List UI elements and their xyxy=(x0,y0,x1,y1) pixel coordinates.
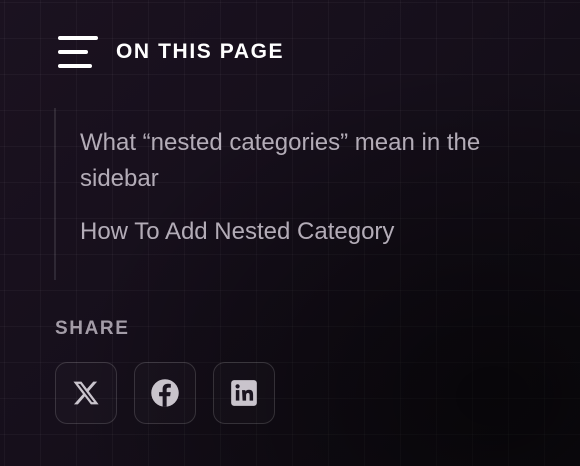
menu-icon[interactable] xyxy=(58,36,98,68)
share-x-button[interactable] xyxy=(55,362,117,424)
share-buttons xyxy=(55,362,275,424)
share-facebook-button[interactable] xyxy=(134,362,196,424)
share-label: SHARE xyxy=(55,318,130,339)
x-twitter-icon xyxy=(73,381,99,405)
facebook-icon xyxy=(151,379,179,407)
linkedin-icon xyxy=(231,380,257,406)
toc-link-nested-categories-meaning[interactable]: What “nested categories” mean in the sid… xyxy=(80,125,554,197)
share-linkedin-button[interactable] xyxy=(213,362,275,424)
toc-list: What “nested categories” mean in the sid… xyxy=(54,108,554,280)
toc-title: ON THIS PAGE xyxy=(116,40,285,63)
toc-header: ON THIS PAGE xyxy=(58,36,284,68)
toc-link-add-nested-category[interactable]: How To Add Nested Category xyxy=(80,214,554,250)
